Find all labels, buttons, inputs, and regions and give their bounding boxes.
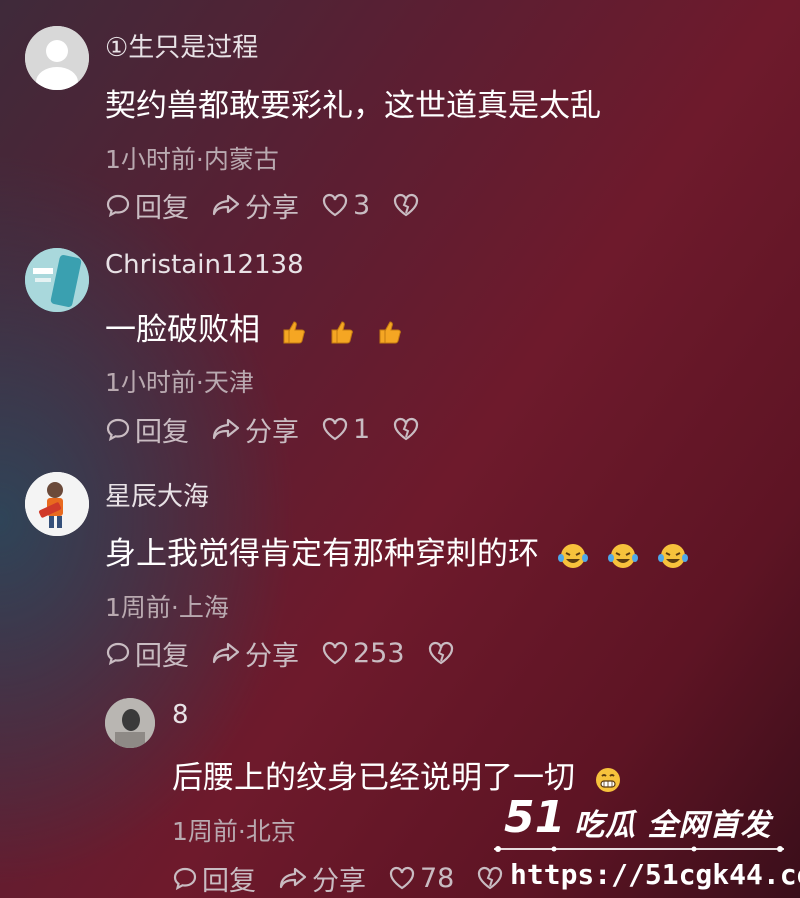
laugh-cry-icon	[657, 543, 688, 568]
watermark-tagline: 吃瓜 全网首发	[574, 808, 772, 843]
share-arrow-icon	[212, 194, 240, 216]
comment-text: 一脸破败相	[105, 304, 404, 349]
thumbs-up-icon	[283, 320, 305, 343]
avatar-default[interactable]	[25, 26, 89, 90]
share-label: 分享	[312, 865, 366, 897]
share-arrow-icon	[212, 418, 240, 440]
heart-icon	[389, 866, 415, 890]
reply-actions: 回复 分享 78	[172, 859, 530, 898]
heart-icon	[322, 193, 348, 217]
comment-actions: 回复 分享 3	[105, 186, 446, 225]
avatar-user[interactable]	[105, 698, 155, 748]
avatar-image-icon	[25, 472, 89, 536]
broken-heart-icon	[394, 193, 419, 217]
share-button[interactable]: 分享	[278, 859, 366, 898]
share-label: 分享	[245, 192, 299, 224]
reply-text: 后腰上的纹身已经说明了一切	[172, 752, 623, 797]
like-count: 253	[353, 637, 405, 669]
like-button[interactable]: 1	[321, 414, 370, 445]
avatar-user[interactable]	[25, 472, 89, 536]
like-count: 3	[353, 189, 371, 221]
reply-button[interactable]: 回复	[105, 186, 189, 225]
reply-bubble-icon	[106, 194, 130, 218]
dislike-button[interactable]	[392, 416, 424, 442]
comment-text: 身上我觉得肯定有那种穿刺的环	[105, 528, 689, 573]
laugh-cry-icon	[557, 543, 588, 568]
reply-label: 回复	[135, 640, 189, 672]
comment-text-body: 身上我觉得肯定有那种穿刺的环	[105, 536, 539, 572]
comment-text-body: 一脸破败相	[105, 312, 260, 348]
laugh-cry-icon	[607, 543, 638, 568]
avatar-user[interactable]	[25, 248, 89, 312]
reply-bubble-icon	[173, 867, 197, 891]
thumbs-up-icon	[379, 320, 401, 343]
dislike-button[interactable]	[392, 192, 424, 218]
comment-actions: 回复 分享 253	[105, 634, 481, 673]
share-button[interactable]: 分享	[211, 410, 299, 449]
like-button[interactable]: 78	[388, 863, 454, 894]
thumbs-up-icon	[331, 320, 353, 343]
reply-label: 回复	[202, 865, 256, 897]
comment-username[interactable]: 星辰大海	[105, 476, 209, 513]
avatar-image-icon	[105, 698, 155, 748]
like-button[interactable]: 3	[321, 190, 370, 221]
comment-meta: 1小时前·天津	[105, 368, 254, 397]
heart-icon	[322, 641, 348, 665]
user-placeholder-icon	[25, 26, 89, 90]
watermark-number: 51	[504, 792, 565, 843]
share-button[interactable]: 分享	[211, 186, 299, 225]
comment-text: 契约兽都敢要彩礼，这世道真是太乱	[105, 88, 601, 124]
reply-meta: 1周前·北京	[172, 817, 296, 846]
dislike-button[interactable]	[427, 640, 459, 666]
reply-label: 回复	[135, 192, 189, 224]
comment-meta: 1小时前·内蒙古	[105, 145, 279, 174]
reply-bubble-icon	[106, 642, 130, 666]
circuit-dots-icon	[495, 846, 783, 852]
like-button[interactable]: 253	[321, 638, 405, 669]
share-arrow-icon	[279, 867, 307, 889]
reply-button[interactable]: 回复	[105, 634, 189, 673]
comment-meta: 1周前·上海	[105, 593, 229, 622]
comment-actions: 回复 分享 1	[105, 410, 446, 449]
reply-text-body: 后腰上的纹身已经说明了一切	[172, 760, 575, 796]
comment-username[interactable]: Christain12138	[105, 250, 304, 280]
broken-heart-icon	[428, 641, 453, 665]
site-watermark: 51 吃瓜 全网首发 https://51cgk44.com	[494, 792, 800, 896]
broken-heart-icon	[394, 417, 419, 441]
share-label: 分享	[245, 640, 299, 672]
reply-bubble-icon	[106, 418, 130, 442]
grin-icon	[595, 767, 620, 792]
watermark-logo-number: 51	[504, 792, 566, 843]
share-arrow-icon	[212, 642, 240, 664]
like-count: 78	[420, 862, 455, 894]
avatar-image-icon	[25, 248, 89, 312]
comment-username[interactable]: ①生只是过程	[105, 27, 258, 64]
heart-icon	[322, 417, 348, 441]
watermark-url: https://51cgk44.com	[510, 858, 800, 891]
reply-label: 回复	[135, 416, 189, 448]
reply-button[interactable]: 回复	[105, 410, 189, 449]
share-label: 分享	[245, 416, 299, 448]
share-button[interactable]: 分享	[211, 634, 299, 673]
reply-username[interactable]: 8	[172, 700, 189, 730]
reply-button[interactable]: 回复	[172, 859, 256, 898]
like-count: 1	[353, 413, 371, 445]
